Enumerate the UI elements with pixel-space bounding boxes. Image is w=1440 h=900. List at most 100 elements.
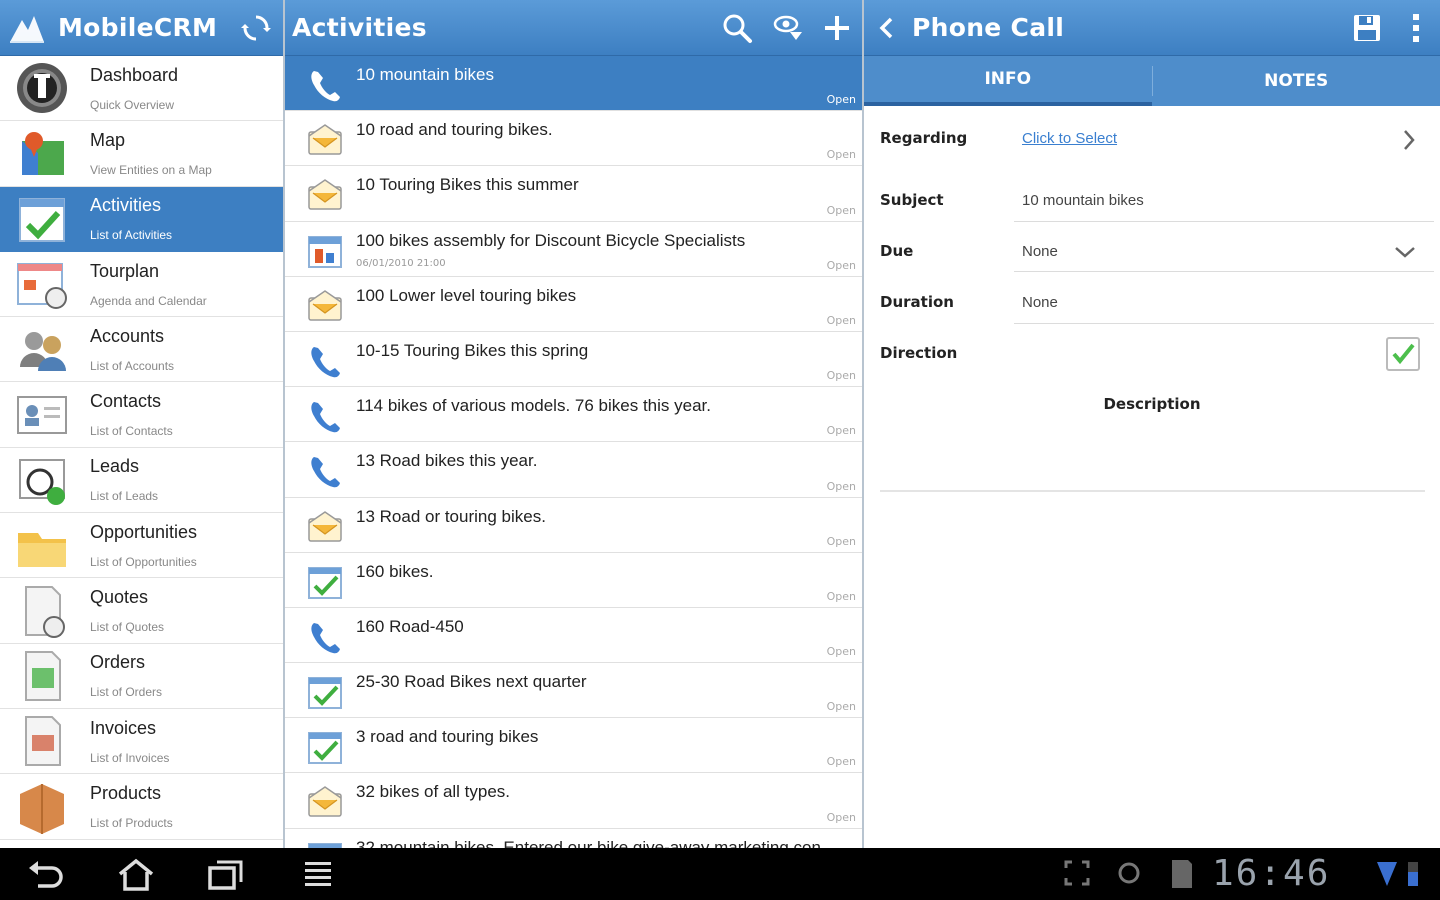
sidebar-item-label: Activities xyxy=(90,195,162,216)
sidebar-item-label: Quotes xyxy=(90,587,149,608)
sidebar-item-map[interactable]: Map View Entities on a Map xyxy=(0,121,283,187)
wifi-icon xyxy=(1377,862,1397,886)
sidebar-item-text: Orders List of Orders xyxy=(90,652,162,699)
sidebar-item-subtitle: List of Products xyxy=(90,815,173,830)
sidebar-item-accounts[interactable]: Accounts List of Accounts xyxy=(0,317,283,383)
sidebar-item-text: Leads List of Leads xyxy=(90,456,158,503)
tab-notes[interactable]: NOTES xyxy=(1153,56,1440,106)
sidebar-item-text: Map View Entities on a Map xyxy=(90,130,212,177)
phone-icon xyxy=(311,457,340,488)
sidebar-item-products[interactable]: Products List of Products xyxy=(0,774,283,840)
sidebar-item-subtitle: List of Contacts xyxy=(90,424,173,439)
activity-row[interactable]: 10 Touring Bikes this summer Open xyxy=(285,166,862,222)
sidebar-item-label: Contacts xyxy=(90,391,162,412)
sidebar-item-opportunities[interactable]: Opportunities List of Opportunities xyxy=(0,513,283,579)
subject-field[interactable]: 10 mountain bikes xyxy=(1022,192,1144,209)
search-icon[interactable] xyxy=(721,12,753,44)
task-icon xyxy=(308,842,342,848)
app-title: MobileCRM xyxy=(58,13,218,42)
activity-row[interactable]: 10 mountain bikes Open xyxy=(285,56,862,112)
activity-title: 32 bikes of all types. xyxy=(356,782,511,802)
overflow-menu-icon[interactable] xyxy=(1411,13,1421,43)
email-icon xyxy=(308,289,342,321)
sidebar-item-activities[interactable]: Activities List of Activities xyxy=(0,186,283,252)
view-filter-icon[interactable] xyxy=(772,12,804,44)
activity-row[interactable]: 10 road and touring bikes. Open xyxy=(285,111,862,167)
sidebar-item-leads[interactable]: Leads List of Leads xyxy=(0,448,283,514)
activity-list: 10 mountain bikes Open 10 road and touring… xyxy=(285,56,862,848)
due-label: Due xyxy=(880,242,914,260)
activity-row[interactable]: 100 Lower level touring bikes Open xyxy=(285,277,862,332)
sidebar-item-subtitle: Quick Overview xyxy=(90,97,175,112)
fullscreen-icon xyxy=(1064,860,1090,886)
duration-underline xyxy=(1014,323,1434,324)
tourplan-icon xyxy=(17,263,67,310)
tab-info-label: INFO xyxy=(984,69,1032,89)
sidebar-item-quotes[interactable]: Quotes List of Quotes xyxy=(0,578,283,644)
sidebar-item-text: Products List of Products xyxy=(90,783,173,830)
chevron-right-icon[interactable] xyxy=(1402,129,1416,151)
detail-tabs: INFO NOTES xyxy=(864,56,1440,106)
sidebar-item-tourplan[interactable]: Tourplan Agenda and Calendar xyxy=(0,252,283,318)
activity-title: 160 Road-450 xyxy=(356,616,464,636)
sidebar-item-subtitle: List of Orders xyxy=(90,685,163,700)
subject-underline xyxy=(1014,221,1434,222)
chevron-down-icon[interactable] xyxy=(1394,245,1416,259)
task-icon xyxy=(308,732,342,765)
back-icon[interactable] xyxy=(26,858,66,890)
recent-apps-icon[interactable] xyxy=(206,858,246,892)
activity-row[interactable]: 160 bikes. Open xyxy=(285,553,862,608)
email-icon xyxy=(308,179,342,211)
due-field[interactable]: None xyxy=(1022,243,1058,260)
detail-panel: INFO NOTES Regarding Click to Select Sub… xyxy=(864,56,1440,848)
add-icon[interactable] xyxy=(822,13,852,43)
phone-icon xyxy=(311,402,340,433)
email-icon xyxy=(308,124,342,155)
task-icon xyxy=(308,566,342,599)
direction-checkbox[interactable] xyxy=(1386,337,1420,371)
activity-row[interactable]: 32 mountain bikes. Entered our bike give… xyxy=(285,829,862,848)
regarding-select-link[interactable]: Click to Select xyxy=(1022,130,1117,147)
description-label: Description xyxy=(1103,395,1201,413)
activity-row[interactable]: 160 Road-450 Open xyxy=(285,608,862,664)
duration-field[interactable]: None xyxy=(1022,294,1058,311)
back-chevron-icon[interactable] xyxy=(878,16,896,40)
tab-info[interactable]: INFO xyxy=(864,56,1152,106)
sidebar-item-contacts[interactable]: Contacts List of Contacts xyxy=(0,382,283,448)
sidebar-item-dashboard[interactable]: Dashboard Quick Overview xyxy=(0,56,283,122)
activity-row[interactable]: 100 bikes assembly for Discount Bicycle … xyxy=(285,222,862,277)
activity-row[interactable]: 114 bikes of various models. 76 bikes th… xyxy=(285,387,862,443)
activity-status: Open xyxy=(826,479,856,493)
sidebar-item-label: Dashboard xyxy=(90,64,179,85)
save-icon[interactable] xyxy=(1352,13,1382,43)
sidebar-item-invoices[interactable]: Invoices List of Invoices xyxy=(0,709,283,775)
tab-notes-label: NOTES xyxy=(1264,71,1329,91)
sidebar-nav: Dashboard Quick Overview Map View Entities … xyxy=(0,56,283,848)
direction-label: Direction xyxy=(880,344,958,362)
sidebar-item-subtitle: List of Activities xyxy=(90,228,173,243)
menu-icon[interactable] xyxy=(302,858,334,890)
activity-row[interactable]: 13 Road or touring bikes. Open xyxy=(285,498,862,553)
activity-title: 160 bikes. xyxy=(356,561,434,581)
sidebar-item-orders[interactable]: Orders List of Orders xyxy=(0,644,283,709)
activity-row[interactable]: 25-30 Road Bikes next quarter Open xyxy=(285,663,862,719)
email-icon xyxy=(308,510,342,542)
activity-status: Open xyxy=(826,148,856,162)
detail-header: Phone Call xyxy=(864,0,1440,56)
activity-row[interactable]: 32 bikes of all types. Open xyxy=(285,773,862,829)
sidebar-item-label: Tourplan xyxy=(90,260,160,281)
sidebar-item-subtitle: List of Quotes xyxy=(90,620,165,635)
activity-status: Open xyxy=(826,313,856,327)
home-icon[interactable] xyxy=(116,858,156,892)
system-bar: 16:46 xyxy=(0,848,1440,900)
sync-icon[interactable] xyxy=(241,13,271,43)
activity-row[interactable]: 13 Road bikes this year. Open xyxy=(285,442,862,498)
activity-title: 10 Touring Bikes this summer xyxy=(356,175,579,195)
activity-row[interactable]: 3 road and touring bikes Open xyxy=(285,718,862,774)
activity-row[interactable]: 10-15 Touring Bikes this spring Open xyxy=(285,332,862,388)
sidebar-item-label: Accounts xyxy=(90,325,165,346)
description-field[interactable] xyxy=(880,490,1425,492)
sidebar-item-label: Orders xyxy=(90,652,146,673)
accounts-icon xyxy=(20,332,66,372)
sidebar-item-label: Products xyxy=(90,782,162,803)
